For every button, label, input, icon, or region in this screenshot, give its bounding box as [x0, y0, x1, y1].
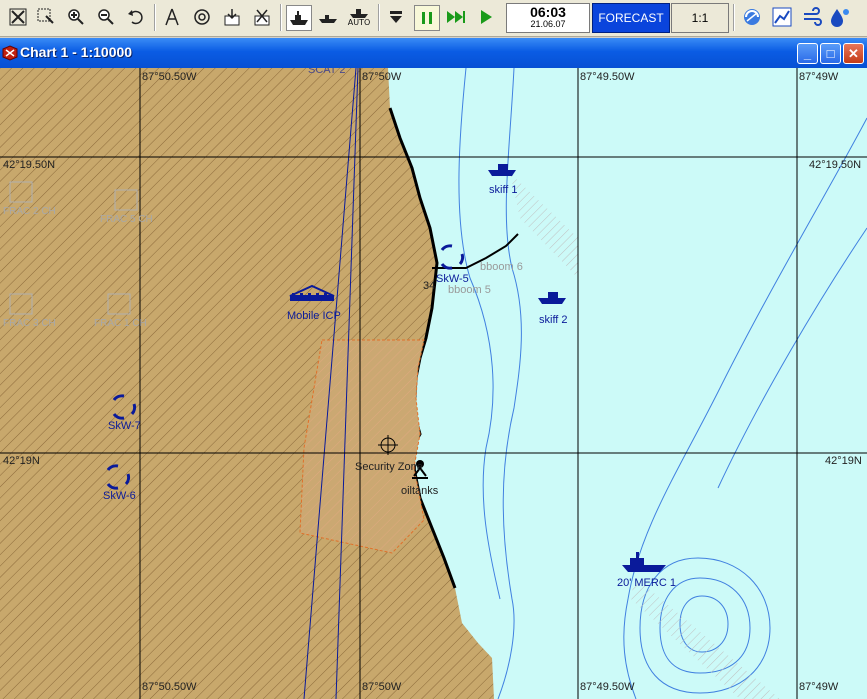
minimize-button[interactable]: _: [797, 43, 818, 64]
play-icon[interactable]: [474, 5, 498, 29]
skiff-1-icon: [488, 164, 516, 176]
fast-forward-icon[interactable]: [444, 5, 468, 29]
boat-icon[interactable]: [316, 5, 340, 29]
oiltanks-label[interactable]: oiltanks: [401, 485, 438, 497]
clock-time: 06:03: [530, 4, 566, 20]
skw6-label[interactable]: SkW-6: [103, 490, 136, 502]
lat-label-left: 42°19N: [3, 455, 40, 467]
undo-icon[interactable]: [124, 5, 148, 29]
select-icon[interactable]: [34, 5, 58, 29]
lat-label-right: 42°19N: [825, 455, 862, 467]
lon-label-top: 87°50.50W: [142, 71, 197, 83]
merc-label[interactable]: 20' MERC 1: [617, 577, 676, 589]
bboom5-label: bboom 5: [448, 284, 491, 296]
scat-label: SCAT 2: [308, 68, 346, 76]
ship-icon[interactable]: [286, 5, 312, 31]
import-icon[interactable]: [220, 5, 244, 29]
security-zone-label[interactable]: Security Zone: [355, 461, 423, 473]
auto-ship-icon[interactable]: AUTO: [346, 5, 372, 29]
forecast-button[interactable]: FORECAST: [592, 3, 670, 33]
close-button[interactable]: ✕: [843, 43, 864, 64]
depth-sounding-label: 34: [423, 280, 436, 292]
lon-label-bottom: 87°50W: [362, 681, 402, 693]
target-icon[interactable]: [190, 5, 214, 29]
land-area: [0, 68, 494, 699]
lon-label-top: 87°49.50W: [580, 71, 635, 83]
bboom6-label: bboom 6: [480, 261, 523, 273]
zoom-extents-icon[interactable]: [6, 5, 30, 29]
lat-label-right: 42°19.50N: [809, 159, 862, 171]
time-scale-button[interactable]: 1:1: [671, 3, 729, 33]
chart-map[interactable]: 87°50.50W 87°50W 87°49.50W 87°49W 87°50.…: [0, 68, 867, 699]
chart-canvas[interactable]: [0, 68, 867, 699]
auto-label: AUTO: [347, 18, 371, 27]
clock-date: 21.06.07: [530, 19, 566, 29]
frac-label: FRAC 1 CH: [94, 318, 147, 329]
pause-icon[interactable]: [414, 5, 440, 31]
window-title: Chart 1 - 1:10000: [20, 44, 133, 60]
stop-icon[interactable]: [384, 5, 408, 29]
export-icon[interactable]: [250, 5, 274, 29]
depth-contour: [458, 68, 501, 600]
merc-vessel-icon: [622, 552, 666, 572]
lon-label-bottom: 87°50.50W: [142, 681, 197, 693]
skiff-1-label[interactable]: skiff 1: [489, 184, 518, 196]
simulation-clock: 06:03 21.06.07: [506, 3, 590, 33]
zoom-in-icon[interactable]: [64, 5, 88, 29]
chart-window-titlebar[interactable]: Chart 1 - 1:10000 _ □ ✕: [0, 38, 867, 68]
skiff-2-label[interactable]: skiff 2: [539, 314, 568, 326]
skiff-2-icon: [538, 292, 566, 304]
mobile-icp-label[interactable]: Mobile ICP: [287, 310, 341, 322]
lon-label-top: 87°49W: [799, 71, 839, 83]
chart-icon[interactable]: [770, 5, 794, 29]
maximize-button[interactable]: □: [820, 43, 841, 64]
lat-label-left: 42°19.50N: [3, 159, 56, 171]
toolbar: AUTO 06:03 21.06.07 FORECAST 1:1: [0, 0, 867, 37]
lon-label-top: 87°50W: [362, 71, 402, 83]
weather-icon[interactable]: [740, 5, 764, 29]
chart-window-icon: [2, 45, 18, 61]
frac-label: FRAC 5 CH: [100, 214, 153, 225]
skw7-label[interactable]: SkW-7: [108, 420, 141, 432]
zoom-out-icon[interactable]: [94, 5, 118, 29]
depth-contour: [717, 227, 867, 489]
measure-icon[interactable]: [160, 5, 184, 29]
lon-label-bottom: 87°49.50W: [580, 681, 635, 693]
frac-label: FRAC 3 CH: [3, 318, 56, 329]
oil-drop-icon[interactable]: [828, 5, 852, 29]
wind-icon[interactable]: [800, 5, 824, 29]
lon-label-bottom: 87°49W: [799, 681, 839, 693]
skimmer-skw5-icon: [440, 244, 465, 270]
frac-label: FRAC 2 CH: [3, 206, 56, 217]
depth-contour: [497, 68, 522, 699]
